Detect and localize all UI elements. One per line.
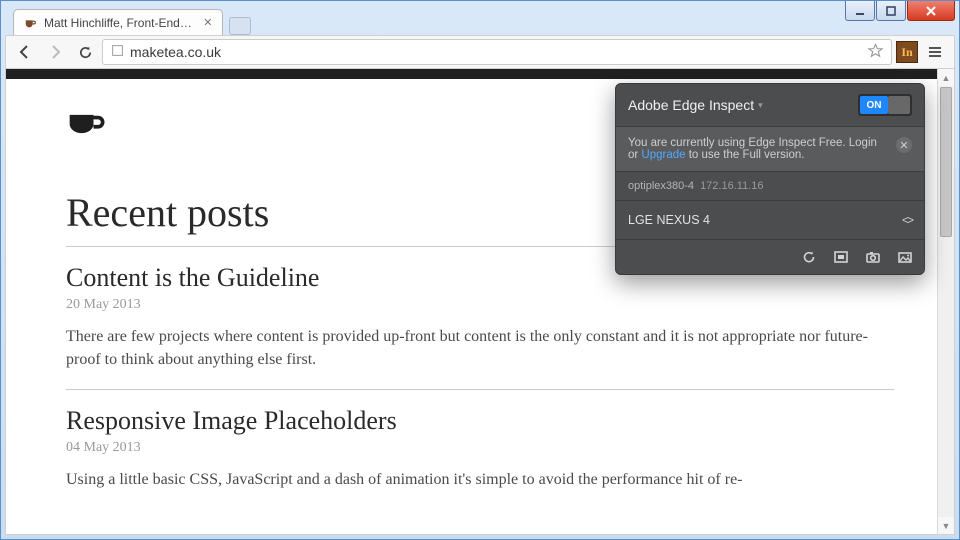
popover-title-text: Adobe Edge Inspect [628,97,754,113]
browser-toolbar: maketea.co.uk In [5,35,955,69]
vertical-scrollbar[interactable]: ▲ ▼ [937,69,954,534]
dismiss-notice-icon[interactable]: ✕ [896,137,912,153]
minimize-button[interactable] [845,1,875,21]
edge-inspect-popover: Adobe Edge Inspect ▾ ON You are currentl… [615,83,925,275]
chrome-menu-button[interactable] [922,39,948,65]
site-logo-cup-icon [66,109,110,139]
post-date: 04 May 2013 [66,440,894,456]
device-expand-icon[interactable]: <> [902,213,912,227]
tab-title: Matt Hinchliffe, Front-End… [44,16,192,30]
dropdown-caret-icon[interactable]: ▾ [758,100,763,111]
popover-title: Adobe Edge Inspect ▾ [628,97,763,113]
browser-tab[interactable]: Matt Hinchliffe, Front-End… ✕ [13,9,223,35]
new-tab-button[interactable] [229,17,251,35]
favicon-cup-icon [24,16,38,30]
post-title[interactable]: Responsive Image Placeholders [66,406,894,436]
camera-icon[interactable] [864,248,882,266]
upgrade-notice: You are currently using Edge Inspect Fre… [616,126,924,172]
post-excerpt: There are few projects where content is … [66,325,894,371]
tab-strip: Matt Hinchliffe, Front-End… ✕ [13,9,251,35]
sync-toggle[interactable]: ON [858,94,912,116]
post-excerpt: Using a little basic CSS, JavaScript and… [66,468,894,491]
post-date: 20 May 2013 [66,297,894,313]
scroll-up-arrow-icon[interactable]: ▲ [938,69,954,86]
fullscreen-icon[interactable] [832,248,850,266]
toggle-knob [888,96,910,114]
popover-arrow-icon [888,83,904,84]
host-row: optiplex380-4 172.16.11.16 [616,172,924,201]
notice-text-post: to use the Full version. [686,149,805,161]
page-top-bar [6,69,954,79]
window-controls [844,1,955,21]
maximize-button[interactable] [876,1,906,21]
popover-header: Adobe Edge Inspect ▾ ON [616,84,924,126]
screenshot-folder-icon[interactable] [896,248,914,266]
close-button[interactable] [907,1,955,21]
site-identity-icon [111,44,124,60]
device-name: LGE NEXUS 4 [628,213,710,227]
url-text: maketea.co.uk [130,44,221,60]
scroll-down-arrow-icon[interactable]: ▼ [938,517,954,534]
extension-badge-label: In [901,45,912,60]
edge-inspect-extension-icon[interactable]: In [896,41,918,63]
forward-button[interactable] [42,39,68,65]
tab-close-icon[interactable]: ✕ [202,16,214,28]
post-item: Responsive Image Placeholders 04 May 201… [66,406,894,491]
toggle-on-label: ON [860,96,888,114]
host-name: optiplex380-4 [628,180,694,192]
refresh-icon[interactable] [800,248,818,266]
browser-window: Matt Hinchliffe, Front-End… ✕ maketea.co… [0,0,960,540]
address-bar[interactable]: maketea.co.uk [102,39,892,65]
popover-toolbar [616,240,924,274]
post-item: Content is the Guideline 20 May 2013 The… [66,263,894,371]
divider [66,389,894,390]
back-button[interactable] [12,39,38,65]
upgrade-link[interactable]: Upgrade [641,149,685,161]
bookmark-star-icon[interactable] [868,43,883,61]
host-ip: 172.16.11.16 [700,180,763,192]
reload-button[interactable] [72,39,98,65]
scrollbar-thumb[interactable] [940,87,952,237]
device-row[interactable]: LGE NEXUS 4 <> [616,201,924,240]
